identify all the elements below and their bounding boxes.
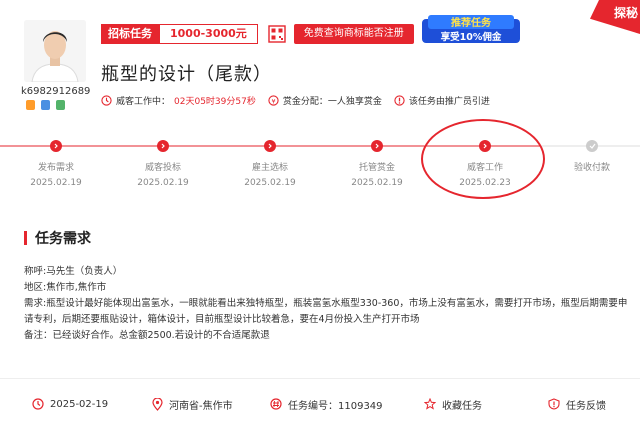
task-status-label: 威客工作中： xyxy=(116,97,171,107)
step-1: 发布需求 2025.02.19 xyxy=(11,140,101,188)
footer-task-number-label: 任务编号：1109349 xyxy=(288,400,383,412)
step-chevron-icon xyxy=(264,140,276,152)
location-pin-icon xyxy=(152,397,163,411)
phone-verified-icon[interactable] xyxy=(41,100,50,110)
note-line: 备注：已经谈好合作。总金额2500.若设计的不合适尾款退 xyxy=(24,330,270,341)
footer-date-label: 2025-02-19 xyxy=(50,398,109,410)
step-label: 雇主选标 xyxy=(251,163,288,173)
star-icon xyxy=(424,398,436,410)
highlight-circle xyxy=(421,119,545,199)
region-line: 地区:焦作市,焦作市 xyxy=(24,282,107,293)
corner-ribbon: 探秘 xyxy=(590,0,640,34)
contact-line: 称呼:马先生（负责人） xyxy=(24,266,123,277)
alert-icon xyxy=(548,398,560,410)
step-chevron-icon xyxy=(50,140,62,152)
free-trademark-query-button[interactable]: 免费查询商标能否注册 xyxy=(293,24,414,44)
task-meta-row: 威客工作中： 02天05时39分57秒 ¥ 赏金分配：一人独享赏金 该任务由推广… xyxy=(101,94,490,107)
promo-line1: 推荐任务 xyxy=(451,16,492,29)
step-check-icon xyxy=(586,140,598,152)
step-4: 托管赏金 2025.02.19 xyxy=(332,140,422,188)
step-3: 雇主选标 2025.02.19 xyxy=(225,140,315,188)
task-title: 瓶型的设计（尾款） xyxy=(101,64,272,85)
tag-row: 招标任务 1000-3000元 免费查询商标能否注册 推荐任务 享受10%佣金 xyxy=(101,15,520,44)
task-feedback-label: 任务反馈 xyxy=(566,400,606,412)
bid-type-tag: 招标任务 xyxy=(101,24,159,44)
task-footer: 2025-02-19 河南省-焦作市 任务编号：1109349 收藏任务 任务反… xyxy=(0,394,640,414)
footer-location: 河南省-焦作市 xyxy=(152,397,233,412)
requirements-heading-label: 任务需求 xyxy=(35,231,91,247)
description-line: 需求:瓶型设计最好能体现出富氢水，一眼就能看出来独特瓶型，瓶装富氢水瓶型330-… xyxy=(24,298,628,325)
promoter-icon xyxy=(394,95,405,106)
step-label: 验收付款 xyxy=(573,163,610,173)
step-6: 验收付款 xyxy=(547,140,637,178)
verified-id-icon[interactable] xyxy=(26,100,35,110)
step-date: 2025.02.19 xyxy=(30,178,82,188)
user-id: k6982912689 xyxy=(21,86,91,97)
qr-code-icon[interactable] xyxy=(268,25,286,43)
requirements-heading: 任务需求 xyxy=(24,228,91,248)
footer-date: 2025-02-19 xyxy=(32,398,108,410)
step-date: 2025.02.19 xyxy=(137,178,189,188)
reward-distribution: 赏金分配：一人独享赏金 xyxy=(282,97,382,107)
task-feedback-button[interactable]: 任务反馈 xyxy=(548,397,606,412)
clock-icon xyxy=(101,95,112,106)
heading-accent-bar xyxy=(24,231,27,245)
countdown-timer: 02天05时39分57秒 xyxy=(174,97,256,107)
promo-banner[interactable]: 推荐任务 享受10%佣金 xyxy=(421,15,520,45)
price-range-tag: 1000-3000元 xyxy=(159,24,258,44)
step-label: 发布需求 xyxy=(37,163,74,173)
avatar[interactable] xyxy=(24,20,86,82)
footer-location-label: 河南省-焦作市 xyxy=(169,400,233,412)
requirements-body: 称呼:马先生（负责人） 地区:焦作市,焦作市 需求:瓶型设计最好能体现出富氢水，… xyxy=(24,264,636,344)
step-label: 托管赏金 xyxy=(358,163,395,173)
step-chevron-icon xyxy=(371,140,383,152)
email-verified-icon[interactable] xyxy=(56,100,65,110)
step-date: 2025.02.19 xyxy=(244,178,296,188)
svg-text:¥: ¥ xyxy=(271,97,275,105)
favorite-task-label: 收藏任务 xyxy=(442,400,482,412)
promo-line2: 享受10%佣金 xyxy=(440,31,501,43)
corner-ribbon-label: 探秘 xyxy=(614,6,639,20)
avatar-image xyxy=(24,20,86,82)
clock-icon xyxy=(32,398,44,410)
favorite-task-button[interactable]: 收藏任务 xyxy=(424,397,482,412)
user-badges xyxy=(26,100,65,110)
hash-icon xyxy=(270,398,282,410)
footer-task-number: 任务编号：1109349 xyxy=(270,397,383,412)
referral-note: 该任务由推广员引进 xyxy=(408,97,490,107)
step-label: 威客投标 xyxy=(144,163,181,173)
footer-divider xyxy=(0,378,640,379)
step-chevron-icon xyxy=(157,140,169,152)
step-date: 2025.02.19 xyxy=(351,178,403,188)
coin-icon: ¥ xyxy=(268,95,279,106)
step-2: 威客投标 2025.02.19 xyxy=(118,140,208,188)
